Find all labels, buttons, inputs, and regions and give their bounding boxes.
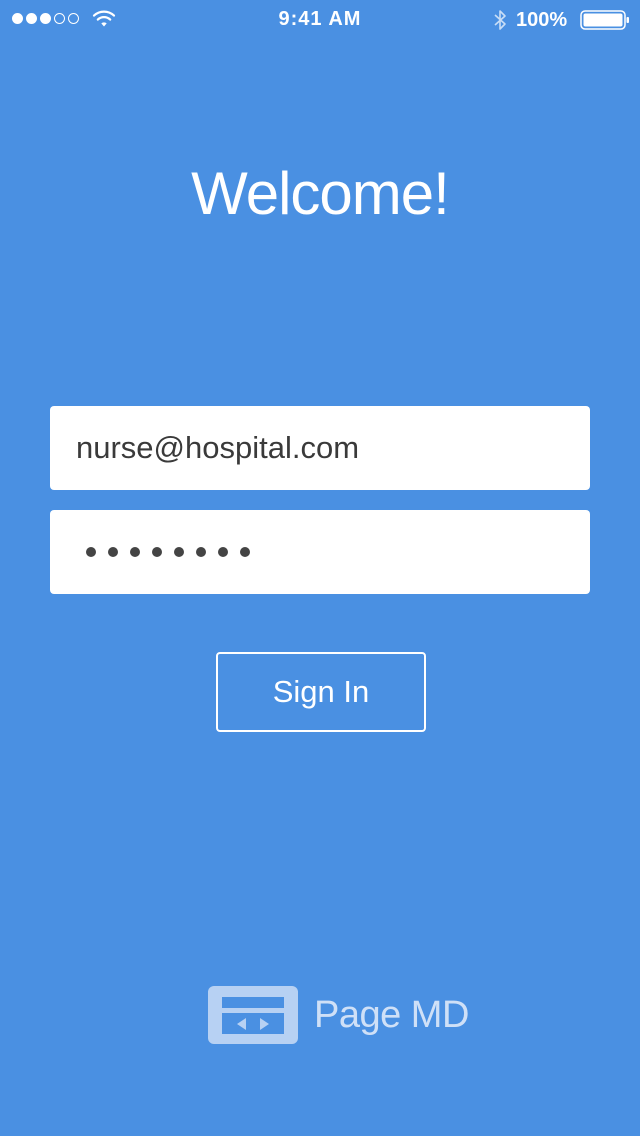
bluetooth-icon [494,10,506,30]
email-field[interactable] [76,430,564,466]
brand-name: Page MD [314,993,469,1036]
welcome-title: Welcome! [191,160,450,227]
password-dot [240,547,250,557]
password-field[interactable] [50,510,590,594]
battery-icon [580,10,629,30]
pager-icon [208,986,298,1044]
password-dot [130,547,140,557]
brand-logo: Page MD [208,986,469,1044]
sign-in-button[interactable]: Sign In [216,652,426,732]
password-dot [108,547,118,557]
status-bar: 9:41 AM 100% [0,0,640,40]
email-field-container[interactable] [50,406,590,490]
password-dot [174,547,184,557]
password-dot [152,547,162,557]
password-dot [218,547,228,557]
password-dot [196,547,206,557]
password-mask [86,547,250,557]
battery-percent: 100% [516,9,568,31]
password-dot [86,547,96,557]
